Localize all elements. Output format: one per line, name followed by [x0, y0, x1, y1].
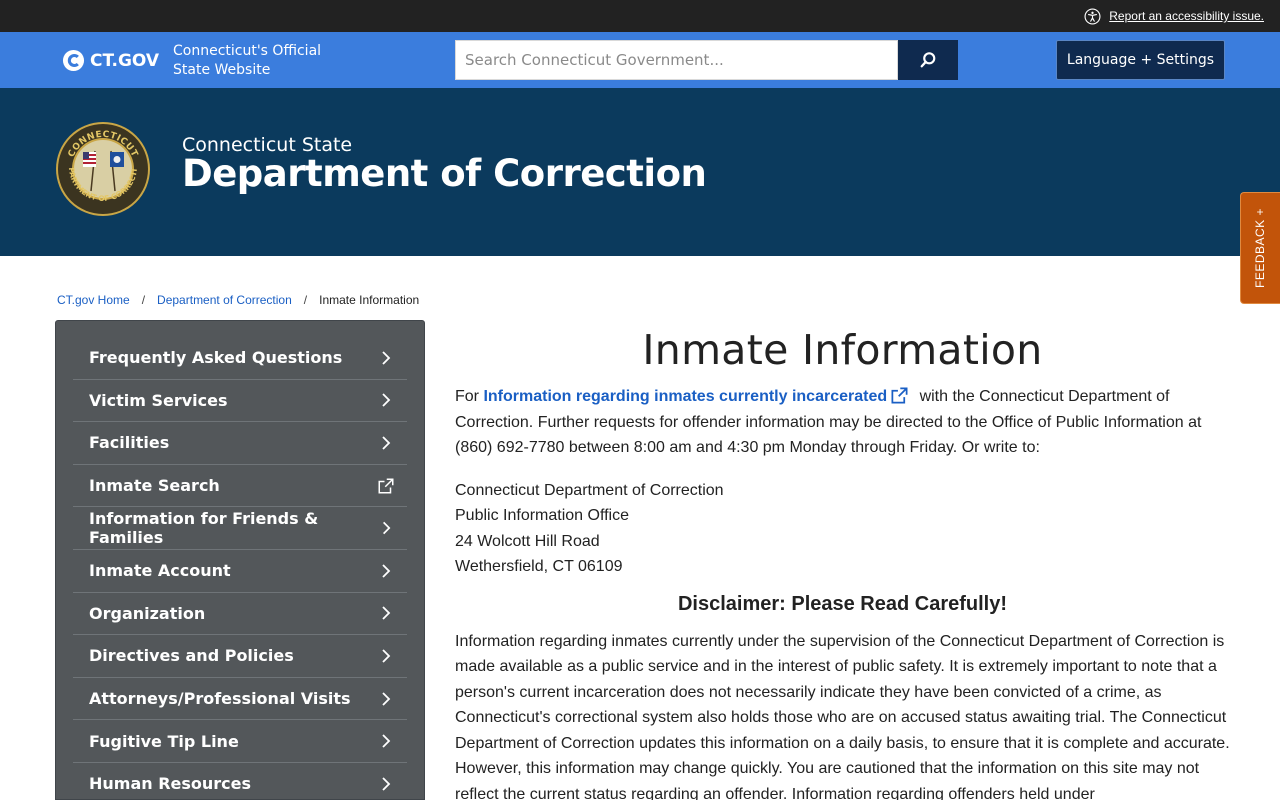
chevron-right-icon	[382, 351, 391, 365]
address-line: 24 Wolcott Hill Road	[455, 532, 600, 550]
incarcerated-info-link[interactable]: Information regarding inmates currently …	[483, 388, 887, 405]
ct-gov-header: CT.GOV Connecticut's Official State Webs…	[0, 32, 1280, 88]
sidebar-item-inmate-account[interactable]: Inmate Account	[73, 550, 407, 593]
address-line: Connecticut Department of Correction	[455, 481, 724, 499]
intro-prefix: For	[455, 388, 484, 405]
feedback-label: FEEDBACK +	[1253, 207, 1268, 289]
ct-logo-text: CT.GOV	[90, 50, 160, 71]
sidebar-item-label: Directives and Policies	[89, 646, 294, 666]
sidebar-item-directives-policies[interactable]: Directives and Policies	[73, 635, 407, 678]
chevron-right-icon	[382, 649, 391, 663]
mailing-address: Connecticut Department of Correction Pub…	[455, 478, 1230, 580]
sidebar-item-label: Information for Friends & Families	[89, 509, 319, 548]
sidebar-item-inmate-search[interactable]: Inmate Search	[73, 465, 407, 508]
breadcrumb: CT.gov Home / Department of Correction /…	[57, 293, 419, 307]
breadcrumb-current: Inmate Information	[319, 293, 420, 307]
chevron-right-icon	[382, 734, 391, 748]
agency-name[interactable]: Department of Correction	[182, 152, 707, 195]
ct-gov-logo[interactable]: CT.GOV	[62, 49, 159, 72]
sidebar-item-label: Inmate Search	[89, 476, 220, 496]
search-input[interactable]	[455, 40, 898, 80]
accessibility-report[interactable]: Report an accessibility issue.	[1084, 4, 1264, 28]
ct-logo-icon	[62, 49, 85, 72]
intro-paragraph: For Information regarding inmates curren…	[455, 384, 1230, 461]
sidebar-item-facilities[interactable]: Facilities	[73, 422, 407, 465]
disclaimer-text: Information regarding inmates currently …	[455, 632, 1230, 800]
chevron-right-icon	[382, 606, 391, 620]
external-link-icon	[378, 478, 394, 494]
sidebar-item-label: Facilities	[89, 433, 170, 453]
site-tagline: Connecticut's Official State Website	[173, 43, 322, 78]
sidebar-item-victim-services[interactable]: Victim Services	[73, 380, 407, 423]
agency-seal-logo[interactable]: CONNECTICUT DEPARTMENT OF CORRECTION	[55, 121, 151, 217]
accessibility-icon	[1084, 7, 1101, 25]
chevron-right-icon	[382, 436, 391, 450]
chevron-right-icon	[382, 777, 391, 791]
sidebar-item-friends-families[interactable]: Information for Friends & Families	[73, 507, 407, 550]
external-link-icon[interactable]	[890, 386, 909, 405]
sidebar-nav: Frequently Asked Questions Victim Servic…	[55, 320, 425, 800]
chevron-right-icon	[382, 564, 391, 578]
disclaimer-heading: Disclaimer: Please Read Carefully!	[677, 592, 1008, 615]
main-content: Inmate Information For Information regar…	[455, 320, 1230, 800]
search-icon	[920, 52, 936, 68]
breadcrumb-separator: /	[303, 293, 308, 307]
language-settings-button[interactable]: Language + Settings	[1056, 40, 1225, 80]
breadcrumb-home-link[interactable]: CT.gov Home	[57, 293, 130, 307]
sidebar-item-label: Human Resources	[89, 774, 252, 794]
sidebar-item-organization[interactable]: Organization	[73, 593, 407, 636]
page-title: Inmate Information	[642, 326, 1043, 374]
sidebar-item-fugitive-tip-line[interactable]: Fugitive Tip Line	[73, 720, 407, 763]
sidebar-item-label: Organization	[89, 603, 206, 623]
sidebar-item-faq[interactable]: Frequently Asked Questions	[73, 337, 407, 380]
chevron-right-icon	[382, 691, 391, 706]
chevron-right-icon	[382, 393, 391, 408]
sidebar-item-label: Fugitive Tip Line	[89, 731, 239, 751]
sidebar-item-label: Victim Services	[89, 390, 228, 410]
sidebar-item-label: Frequently Asked Questions	[89, 348, 343, 368]
address-line: Public Information Office	[455, 507, 630, 524]
sidebar-item-label: Attorneys/Professional Visits	[89, 689, 351, 709]
accessibility-report-link[interactable]: Report an accessibility issue.	[1109, 9, 1264, 23]
chevron-right-icon	[383, 521, 391, 535]
address-line: Wethersfield, CT 06109	[455, 558, 623, 575]
breadcrumb-separator: /	[141, 293, 146, 307]
utility-bar: Report an accessibility issue.	[0, 0, 1280, 32]
sidebar-item-attorneys-visits[interactable]: Attorneys/Professional Visits	[73, 678, 407, 721]
agency-banner: CONNECTICUT DEPARTMENT OF CORRECTION Con…	[0, 88, 1280, 256]
sidebar-item-human-resources[interactable]: Human Resources	[73, 763, 407, 800]
feedback-tab[interactable]: FEEDBACK +	[1240, 192, 1280, 304]
sidebar-item-label: Inmate Account	[89, 561, 231, 581]
search-button[interactable]	[898, 40, 958, 80]
breadcrumb-department-link[interactable]: Department of Correction	[157, 293, 292, 307]
